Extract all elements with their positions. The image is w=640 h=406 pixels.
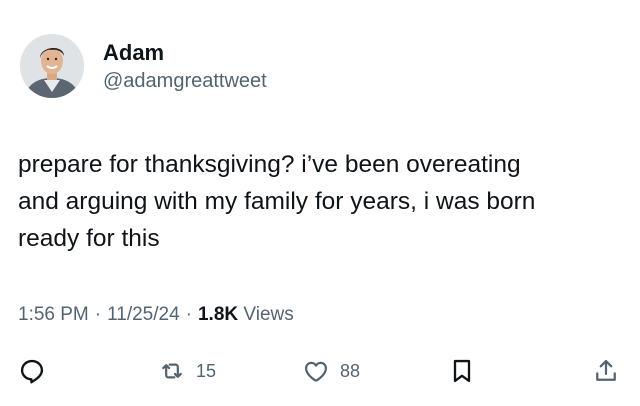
user-handle[interactable]: @adamgreattweet bbox=[103, 68, 267, 94]
retweet-button[interactable]: 15 bbox=[158, 354, 216, 388]
retweet-icon bbox=[162, 363, 182, 379]
display-name[interactable]: Adam bbox=[103, 40, 267, 66]
meta-separator: · bbox=[94, 304, 102, 325]
reply-button[interactable] bbox=[18, 354, 46, 388]
author-info: Adam @adamgreattweet bbox=[103, 40, 267, 94]
meta-separator: · bbox=[185, 304, 192, 325]
like-count: 88 bbox=[340, 360, 361, 381]
views-count: 1.8K bbox=[197, 304, 239, 325]
retweet-count: 15 bbox=[196, 360, 217, 381]
heart-icon bbox=[304, 361, 328, 382]
views-label: Views bbox=[243, 304, 294, 325]
tweet-text: prepare for thanksgiving? i’ve been over… bbox=[18, 151, 536, 252]
share-icon bbox=[596, 359, 616, 381]
bookmark-button[interactable] bbox=[448, 354, 476, 388]
like-button[interactable]: 88 bbox=[302, 354, 360, 388]
tweet-date[interactable]: 11/25/24 bbox=[107, 304, 180, 325]
tweet-card: Adam @adamgreattweet prepare for thanksg… bbox=[0, 0, 640, 406]
reply-icon bbox=[20, 359, 44, 384]
share-button[interactable] bbox=[592, 354, 620, 388]
bookmark-icon bbox=[453, 359, 471, 383]
avatar-photo bbox=[20, 34, 84, 98]
action-bar: 15 88 bbox=[0, 354, 640, 388]
avatar[interactable] bbox=[20, 34, 84, 98]
tweet-time[interactable]: 1:56 PM bbox=[18, 304, 89, 325]
tweet-meta: 1:56 PM · 11/25/24 · 1.8K Views bbox=[18, 302, 294, 328]
